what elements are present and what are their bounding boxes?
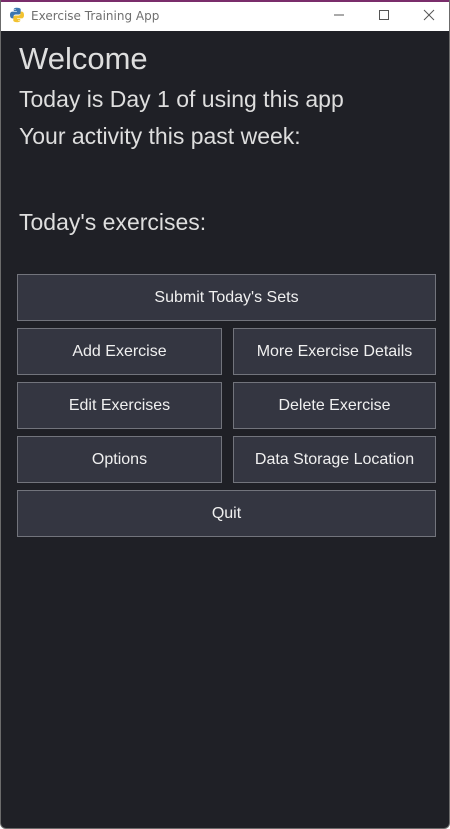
minimize-button[interactable] — [316, 2, 361, 31]
data-storage-location-button[interactable]: Data Storage Location — [233, 436, 436, 483]
app-window: Exercise Training App Welcome Today is D… — [0, 0, 450, 829]
welcome-heading: Welcome — [19, 41, 148, 76]
day-counter-text: Today is Day 1 of using this app — [19, 86, 344, 112]
main-content: Welcome Today is Day 1 of using this app… — [1, 31, 449, 828]
weekly-activity-label: Your activity this past week: — [19, 123, 301, 149]
quit-button[interactable]: Quit — [17, 490, 436, 537]
maximize-button[interactable] — [361, 2, 406, 31]
edit-exercises-button[interactable]: Edit Exercises — [17, 382, 222, 429]
window-title: Exercise Training App — [31, 9, 160, 23]
more-exercise-details-button[interactable]: More Exercise Details — [233, 328, 436, 375]
add-exercise-button[interactable]: Add Exercise — [17, 328, 222, 375]
close-button[interactable] — [406, 2, 449, 31]
python-icon — [9, 7, 25, 23]
maximize-icon — [378, 8, 390, 26]
todays-exercises-label: Today's exercises: — [19, 209, 207, 235]
delete-exercise-button[interactable]: Delete Exercise — [233, 382, 436, 429]
submit-sets-button[interactable]: Submit Today's Sets — [17, 274, 436, 321]
minimize-icon — [333, 8, 345, 26]
close-icon — [423, 8, 435, 26]
title-bar[interactable]: Exercise Training App — [1, 0, 449, 31]
options-button[interactable]: Options — [17, 436, 222, 483]
